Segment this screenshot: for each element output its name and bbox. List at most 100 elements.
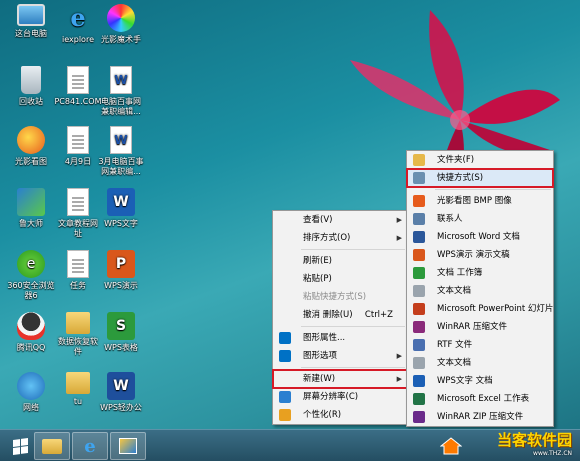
document-icon <box>67 66 89 94</box>
intel-icon <box>279 332 291 344</box>
wps-writer-icon <box>413 375 425 387</box>
word-doc-icon: W <box>110 66 132 94</box>
wps-writer-icon: W <box>107 188 135 216</box>
taskbar-ie[interactable]: e <box>72 432 108 460</box>
ctx-item-label: 刷新(E) <box>303 256 333 266</box>
taskbar-app[interactable] <box>110 432 146 460</box>
desktop-icon[interactable]: 光影看图 <box>4 126 58 167</box>
wps-presentation-icon <box>413 249 425 261</box>
contact-icon <box>413 213 425 225</box>
ctx-item-label: 新建(W) <box>303 374 336 384</box>
new-submenu-item[interactable]: WPS文字 文档 <box>407 372 553 390</box>
taskbar: e 当客软件园 www.THZ.CN <box>0 429 580 461</box>
desktop-icon[interactable]: P WPS演示 <box>94 250 148 291</box>
start-button[interactable] <box>2 432 38 460</box>
ctx-item[interactable]: 图形选项 ▶ <box>273 347 407 365</box>
new-submenu-item[interactable]: RTF 文件 <box>407 336 553 354</box>
ctx-item[interactable]: 排序方式(O) ▶ <box>273 229 407 247</box>
desktop-icon[interactable]: W 3月电脑百事 网兼职编... <box>94 126 148 177</box>
desktop-icon[interactable]: 网络 <box>4 372 58 413</box>
new-submenu: 文件夹(F) 快捷方式(S) 光影看图 BMP 图像联系人 Microsoft Wor… <box>406 150 554 427</box>
wps-presentation-icon: P <box>107 250 135 278</box>
new-submenu-item[interactable]: WinRAR ZIP 压缩文件 <box>407 408 553 426</box>
new-submenu-item-label: WinRAR 压缩文件 <box>437 322 507 332</box>
document-icon <box>67 126 89 154</box>
new-submenu-item[interactable]: 文本文档 <box>407 354 553 372</box>
desktop-icon-label: 3月电脑百事 网兼职编... <box>98 157 144 176</box>
desktop-icon-label: WPS表格 <box>104 343 138 352</box>
wps-office-icon: W <box>107 372 135 400</box>
new-submenu-item[interactable]: Microsoft PowerPoint 幻灯片 <box>407 300 553 318</box>
desktop-icon-label: 电脑百事网 兼职编辑... <box>101 97 141 116</box>
ctx-item[interactable]: 屏幕分辨率(C) <box>273 388 407 406</box>
ctx-item[interactable]: 粘贴(P) <box>273 270 407 288</box>
desktop-icon[interactable]: 光影魔术手 <box>94 4 148 45</box>
desktop-icon[interactable]: W WPS轻办公 <box>94 372 148 413</box>
desktop-icon-label: 360安全浏览 器6 <box>7 281 55 300</box>
new-submenu-item-label: WPS文字 文档 <box>437 376 493 386</box>
ctx-item: 粘贴快捷方式(S) <box>273 288 407 306</box>
chevron-right-icon: ▶ <box>396 352 402 360</box>
chevron-right-icon: ▶ <box>396 234 402 242</box>
shortcut-icon <box>413 172 425 184</box>
desktop-icon-label: WPS文字 <box>104 219 138 228</box>
new-submenu-item-label: RTF 文件 <box>437 340 473 350</box>
desktop-icon-label: WPS演示 <box>104 281 138 290</box>
new-submenu-item-label: 文件夹(F) <box>437 155 475 165</box>
desktop-icon[interactable]: 这台电脑 <box>4 4 58 39</box>
new-submenu-item[interactable]: Microsoft Word 文档 <box>407 228 553 246</box>
intel-icon <box>279 350 291 362</box>
desktop-icon-label: 鲁大师 <box>19 219 43 228</box>
winrar-zip-icon <box>413 411 425 423</box>
word-icon <box>413 231 425 243</box>
ctx-item[interactable]: 图形属性... <box>273 329 407 347</box>
new-submenu-item[interactable]: 文档 工作簿 <box>407 264 553 282</box>
ctx-item-label: 图形属性... <box>303 333 346 343</box>
new-submenu-item[interactable]: 快捷方式(S) <box>406 168 554 188</box>
new-submenu-item[interactable]: Microsoft Excel 工作表 <box>407 390 553 408</box>
desktop-icon[interactable]: W WPS文字 <box>94 188 148 229</box>
ctx-item[interactable]: 查看(V) ▶ <box>273 211 407 229</box>
desktop-icon[interactable]: W 电脑百事网 兼职编辑... <box>94 66 148 117</box>
new-submenu-item-label: 快捷方式(S) <box>437 173 484 183</box>
new-submenu-item-label: 联系人 <box>437 214 463 224</box>
ctx-item-label: 粘贴快捷方式(S) <box>303 292 367 302</box>
new-submenu-item-label: Microsoft Excel 工作表 <box>437 394 530 404</box>
new-submenu-item[interactable]: 光影看图 BMP 图像 <box>407 192 553 210</box>
ctx-item[interactable]: 新建(W) ▶ <box>272 369 408 389</box>
desktop-icon[interactable]: 回收站 <box>4 66 58 107</box>
app-icon <box>119 438 137 454</box>
new-submenu-item[interactable]: 文本文档 <box>407 282 553 300</box>
new-submenu-item[interactable]: WinRAR 压缩文件 <box>407 318 553 336</box>
new-submenu-item-label: 文本文档 <box>437 286 472 296</box>
taskbar-file-explorer[interactable] <box>34 432 70 460</box>
ctx-item-label: 粘贴(P) <box>303 274 332 284</box>
folder-icon <box>66 372 90 394</box>
folder-icon <box>413 154 425 166</box>
watermark-house-icon <box>440 437 462 455</box>
new-submenu-item[interactable]: WPS演示 演示文稿 <box>407 246 553 264</box>
desktop-icon[interactable]: e 360安全浏览 器6 <box>4 250 58 301</box>
document-icon <box>67 188 89 216</box>
ctx-item[interactable]: 刷新(E) <box>273 252 407 270</box>
desktop-icon-label: 回收站 <box>19 97 43 106</box>
ctx-item[interactable]: 个性化(R) <box>273 406 407 424</box>
text-icon <box>413 285 425 297</box>
powerpoint-icon <box>413 303 425 315</box>
desktop-icon[interactable]: 腾讯QQ <box>4 312 58 353</box>
desktop-icon[interactable]: S WPS表格 <box>94 312 148 353</box>
new-submenu-item[interactable]: 文件夹(F) <box>407 151 553 169</box>
watermark: 当客软件园 www.THZ.CN <box>497 429 572 457</box>
desktop-icon-label: 这台电脑 <box>15 29 47 38</box>
bmp-icon <box>413 195 425 207</box>
browser-360-icon: e <box>17 250 45 278</box>
workbook-icon <box>413 267 425 279</box>
desktop-icon-label: WPS轻办公 <box>100 403 142 412</box>
text-icon <box>413 357 425 369</box>
folder-icon <box>42 438 62 454</box>
desktop-icon[interactable]: 鲁大师 <box>4 188 58 229</box>
desktop-icon-label: 腾讯QQ <box>16 343 46 352</box>
new-submenu-item[interactable]: 联系人 <box>407 210 553 228</box>
ctx-item-label: 屏幕分辨率(C) <box>303 392 359 402</box>
ctx-item[interactable]: 撤消 删除(U) Ctrl+Z <box>273 306 407 324</box>
